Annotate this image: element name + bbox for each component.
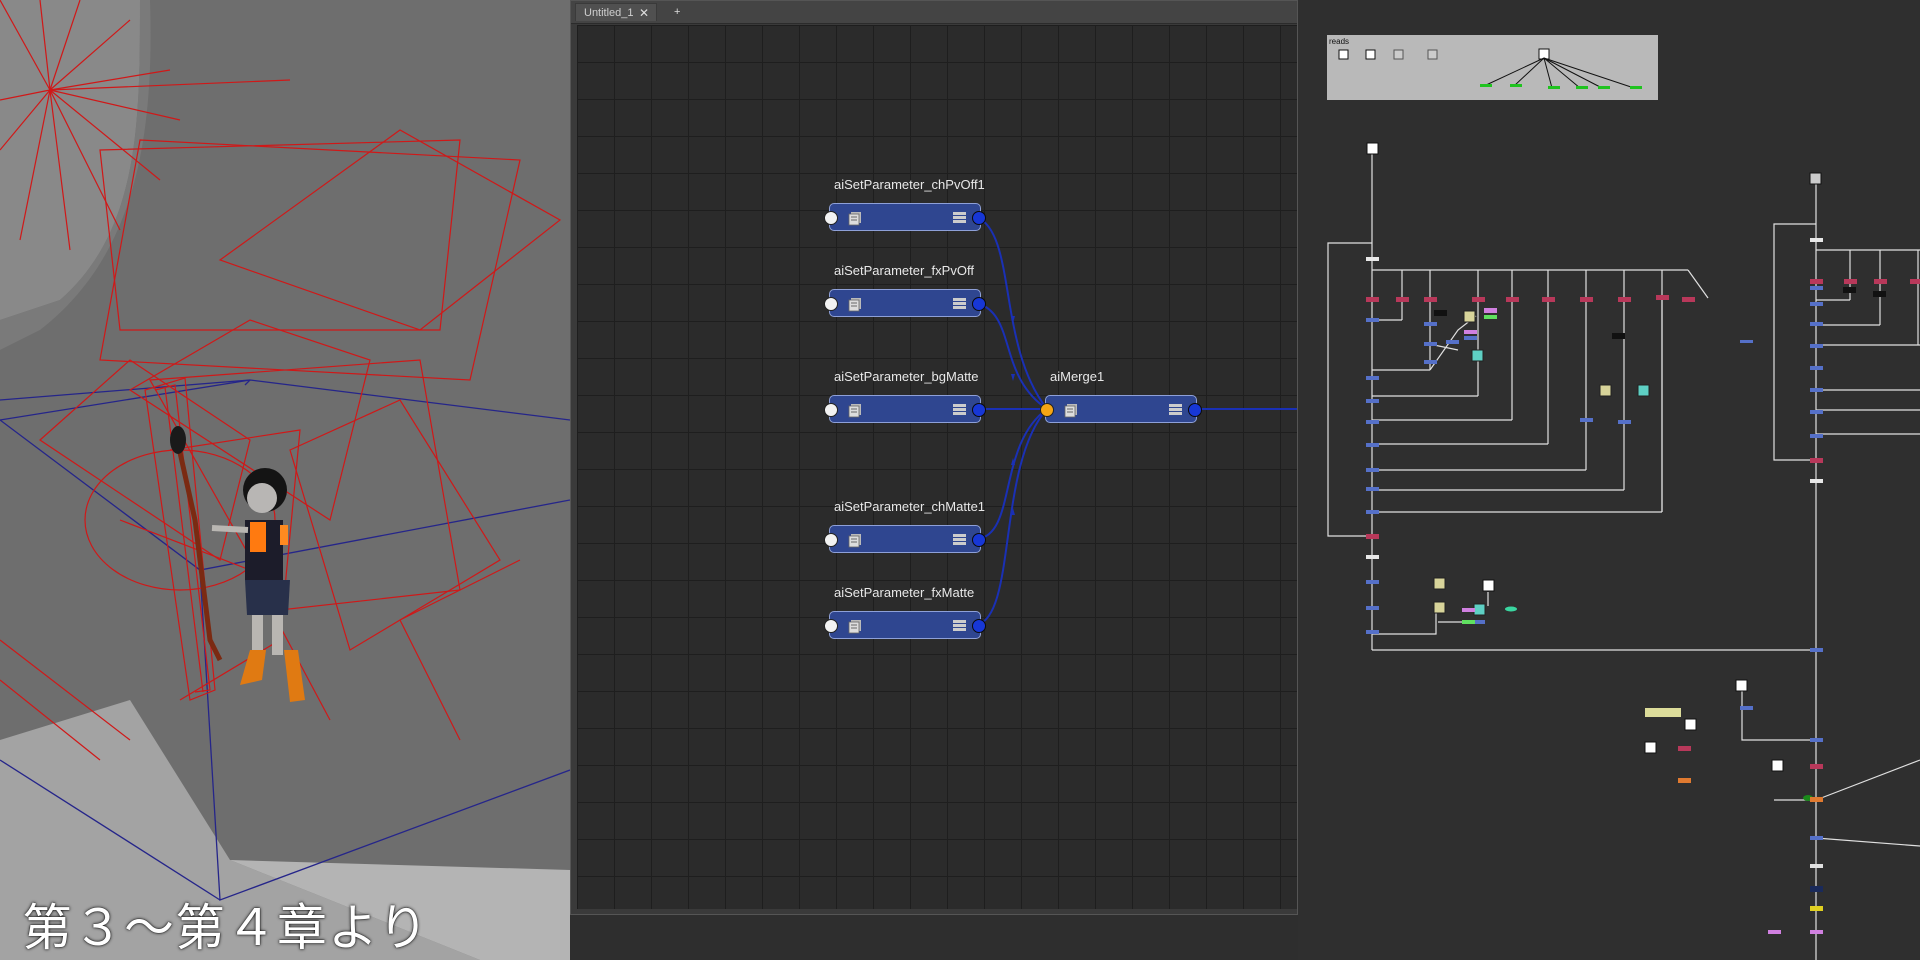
3d-viewport[interactable]: 第３～第４章より (0, 0, 570, 960)
attribute-list-icon[interactable] (953, 211, 966, 224)
node-graph-canvas[interactable]: aiSetParameter_chPvOff1 aiSetParameter_f… (577, 25, 1297, 909)
attribute-list-icon[interactable] (953, 619, 966, 632)
layers-icon (848, 298, 861, 312)
input-port[interactable] (824, 619, 838, 633)
node-editor-window[interactable]: Untitled_1 ✕ + aiSetParameter_chPvOff1 a… (570, 0, 1298, 915)
node-body[interactable] (824, 289, 986, 317)
graph-wires (1327, 150, 1920, 960)
layers-icon (848, 620, 861, 634)
chapter-caption: 第３～第４章より (22, 899, 429, 957)
add-tab-button[interactable]: + (667, 3, 689, 21)
node-label: aiSetParameter_fxPvOff (834, 263, 974, 278)
node-label: aiSetParameter_bgMatte (834, 369, 979, 384)
input-port[interactable] (824, 297, 838, 311)
attribute-list-icon[interactable] (953, 533, 966, 546)
output-port[interactable] (972, 619, 986, 633)
graph-wires-and-nodes (1327, 48, 1920, 960)
output-port[interactable] (972, 403, 986, 417)
node-body[interactable] (1040, 395, 1202, 423)
output-port[interactable] (972, 211, 986, 225)
output-port[interactable] (972, 297, 986, 311)
backdrop-nodes (1338, 48, 1642, 89)
attribute-list-icon[interactable] (953, 297, 966, 310)
node-label: aiSetParameter_fxMatte (834, 585, 975, 600)
tab-bar: Untitled_1 ✕ + (571, 1, 1297, 24)
node-body[interactable] (824, 203, 986, 231)
layers-icon (1064, 404, 1077, 418)
wire-fxMatte-merge (976, 408, 1048, 626)
wall-curve (0, 0, 140, 320)
attribute-list-icon[interactable] (1169, 403, 1182, 416)
input-port[interactable] (824, 533, 838, 547)
compositing-node-graph[interactable]: reads (1298, 0, 1920, 960)
close-tab-icon[interactable]: ✕ (639, 4, 649, 22)
viewport-scene (0, 0, 570, 960)
tab-label: Untitled_1 (584, 7, 634, 19)
connection-wires (976, 216, 1297, 626)
tab-untitled-1[interactable]: Untitled_1 ✕ (575, 3, 657, 21)
input-port[interactable] (824, 403, 838, 417)
attribute-list-icon[interactable] (953, 403, 966, 416)
node-label: aiSetParameter_chMatte1 (834, 499, 986, 514)
merge-input-port[interactable] (1040, 403, 1054, 417)
wire-chMatte1-merge (976, 408, 1048, 540)
layers-icon (848, 404, 861, 418)
node-body[interactable] (824, 525, 986, 553)
node-body[interactable] (824, 395, 986, 423)
layers-icon (848, 534, 861, 548)
character-figure (170, 426, 305, 702)
node-label: aiSetParameter_chPvOff1 (834, 177, 985, 192)
read-nodes (1366, 142, 1822, 772)
bar-nodes (1366, 238, 1920, 934)
output-port[interactable] (1188, 403, 1202, 417)
wire-chPvOff1-merge (976, 216, 1048, 410)
layers-icon (848, 212, 861, 226)
output-port[interactable] (972, 533, 986, 547)
input-port[interactable] (824, 211, 838, 225)
node-label: aiMerge1 (1050, 369, 1105, 384)
node-body[interactable] (824, 611, 986, 639)
